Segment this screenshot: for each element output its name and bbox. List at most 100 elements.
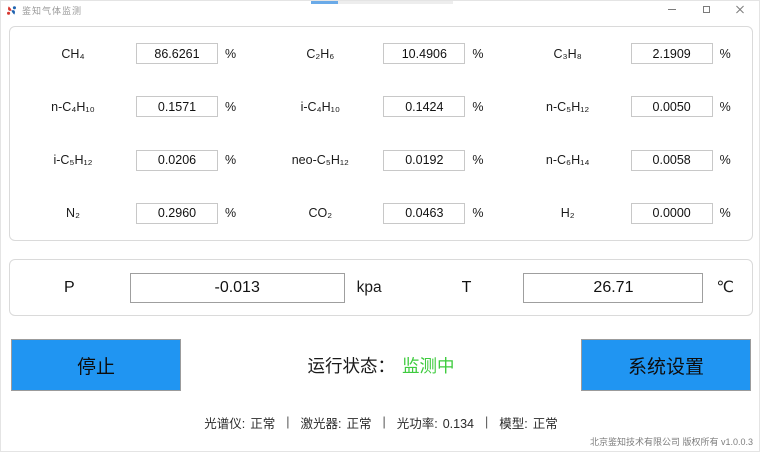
gas-label: C₃H₈	[553, 46, 582, 61]
status-value: 正常	[346, 416, 372, 431]
status-optical-power: 光功率: 0.134	[397, 413, 474, 432]
temperature-value-input[interactable]: 26.71	[523, 272, 704, 303]
temperature-unit: ℃	[716, 279, 734, 296]
gas-unit: %	[472, 153, 484, 168]
stop-button[interactable]: 停止	[11, 339, 181, 391]
gas-reading-c3h8: C₃H₈ 2.1909 %	[505, 27, 752, 80]
gas-value: 0.1424	[405, 99, 444, 114]
gas-unit: %	[472, 46, 484, 61]
top-scrollbar[interactable]	[311, 1, 453, 4]
pressure-value: -0.013	[214, 278, 260, 296]
status-laser: 激光器: 正常	[300, 413, 371, 432]
gas-value-input[interactable]: 0.0058	[630, 149, 713, 171]
gas-reading-n-c4h10: n-C₄H₁₀ 0.1571 %	[10, 80, 257, 133]
gas-unit: %	[719, 99, 731, 114]
gas-value-input[interactable]: 0.0000	[630, 202, 713, 224]
gas-value: 0.2960	[157, 206, 197, 221]
status-separator: |	[485, 415, 489, 429]
gas-label: CO₂	[308, 206, 333, 221]
maximize-button[interactable]	[689, 2, 723, 17]
gas-reading-neo-c5h12: neo-C₅H₁₂ 0.0192 %	[257, 134, 504, 187]
gas-reading-c2h6: C₂H₆ 10.4906 %	[257, 27, 504, 80]
close-button[interactable]	[723, 2, 757, 17]
gas-value: 0.0000	[652, 206, 691, 221]
minimize-button[interactable]	[655, 2, 689, 17]
gas-label: n-C₅H₁₂	[546, 99, 590, 114]
gas-value: 86.6261	[154, 46, 200, 61]
gas-reading-co2: CO₂ 0.0463 %	[257, 187, 504, 240]
status-model: 模型: 正常	[499, 413, 558, 432]
device-status-bar: 光谱仪: 正常 | 激光器: 正常 | 光功率: 0.134 | 模型: 正常	[1, 412, 760, 432]
status-label: 激光器:	[300, 416, 342, 431]
gas-value-input[interactable]: 0.0192	[383, 149, 466, 171]
gas-reading-h2: H₂ 0.0000 %	[505, 187, 752, 240]
gas-value: 0.0206	[157, 153, 197, 168]
pressure-label: P	[64, 278, 75, 296]
gas-reading-n2: N₂ 0.2960 %	[10, 187, 257, 240]
gas-label: n-C₄H₁₀	[51, 99, 95, 114]
gas-unit: %	[719, 46, 731, 61]
status-label: 光谱仪:	[204, 416, 246, 431]
gas-unit: %	[225, 46, 237, 61]
run-status-value: 监测中	[402, 355, 455, 376]
gas-unit: %	[225, 206, 237, 221]
gas-label: n-C₆H₁₄	[545, 153, 590, 168]
gas-label: i-C₅H₁₂	[53, 153, 93, 168]
gas-value-input[interactable]: 0.2960	[136, 202, 218, 224]
gas-readings-panel: CH₄ 86.6261 % C₂H₆ 10.4906 % C₃H₈ 2.1909…	[9, 26, 753, 241]
status-value: 0.134	[442, 416, 474, 431]
gas-unit: %	[472, 99, 484, 114]
pressure-temperature-panel: P -0.013 kpa T 26.71 ℃	[9, 259, 753, 316]
gas-unit: %	[225, 153, 237, 168]
status-separator: |	[382, 415, 386, 429]
gas-value-input[interactable]: 86.6261	[136, 43, 218, 65]
system-settings-button[interactable]: 系统设置	[581, 339, 751, 391]
gas-value: 2.1909	[652, 46, 691, 61]
gas-value-input[interactable]: 10.4906	[383, 43, 466, 65]
gas-value: 0.1571	[157, 99, 197, 114]
status-separator: |	[286, 415, 290, 429]
status-value: 正常	[250, 416, 276, 431]
status-label: 模型:	[499, 416, 528, 431]
run-status: 运行状态： 监测中	[201, 339, 561, 391]
gas-value: 0.0050	[652, 99, 691, 114]
close-icon	[736, 6, 744, 14]
gas-label: H₂	[560, 206, 575, 221]
gas-label: N₂	[66, 206, 80, 221]
gas-value-input[interactable]: 0.1424	[383, 96, 466, 118]
gas-value: 0.0463	[405, 206, 444, 221]
gas-value: 0.0192	[405, 153, 444, 168]
gas-reading-i-c4h10: i-C₄H₁₀ 0.1424 %	[257, 80, 504, 133]
gas-unit: %	[719, 206, 731, 221]
gas-value-input[interactable]: 0.0050	[630, 96, 713, 118]
gas-unit: %	[225, 99, 237, 114]
temperature-label: T	[461, 278, 472, 296]
gas-reading-n-c5h12: n-C₅H₁₂ 0.0050 %	[505, 80, 752, 133]
gas-label: neo-C₅H₁₂	[291, 153, 349, 168]
status-spectrometer: 光谱仪: 正常	[204, 413, 275, 432]
pressure-value-input[interactable]: -0.013	[129, 272, 345, 303]
temperature-value: 26.71	[593, 278, 634, 296]
gas-value: 0.0058	[652, 153, 691, 168]
gas-value-input[interactable]: 2.1909	[630, 43, 713, 65]
app-window: { "window": { "title": "鉴知气体监测" }, "gase…	[0, 0, 760, 452]
gas-reading-n-c6h14: n-C₆H₁₄ 0.0058 %	[505, 134, 752, 187]
copyright-text: 北京鉴知技术有限公司 版权所有 v1.0.0.3	[589, 437, 753, 447]
gas-reading-i-c5h12: i-C₅H₁₂ 0.0206 %	[10, 134, 257, 187]
window-controls	[655, 2, 757, 17]
gas-reading-ch4: CH₄ 86.6261 %	[10, 27, 257, 80]
minimize-icon	[668, 9, 676, 10]
gas-value-input[interactable]: 0.0463	[383, 202, 466, 224]
pressure-unit: kpa	[356, 278, 382, 296]
scrollbar-thumb[interactable]	[311, 1, 338, 4]
status-label: 光功率:	[396, 416, 438, 431]
gas-value-input[interactable]: 0.0206	[136, 149, 218, 171]
maximize-icon	[702, 6, 710, 13]
window-title: 鉴知气体监测	[22, 5, 83, 16]
run-status-label: 运行状态：	[307, 355, 396, 376]
app-logo-icon	[7, 5, 16, 15]
gas-value: 10.4906	[401, 46, 447, 61]
status-value: 正常	[532, 416, 558, 431]
gas-unit: %	[472, 206, 484, 221]
gas-value-input[interactable]: 0.1571	[136, 96, 218, 118]
